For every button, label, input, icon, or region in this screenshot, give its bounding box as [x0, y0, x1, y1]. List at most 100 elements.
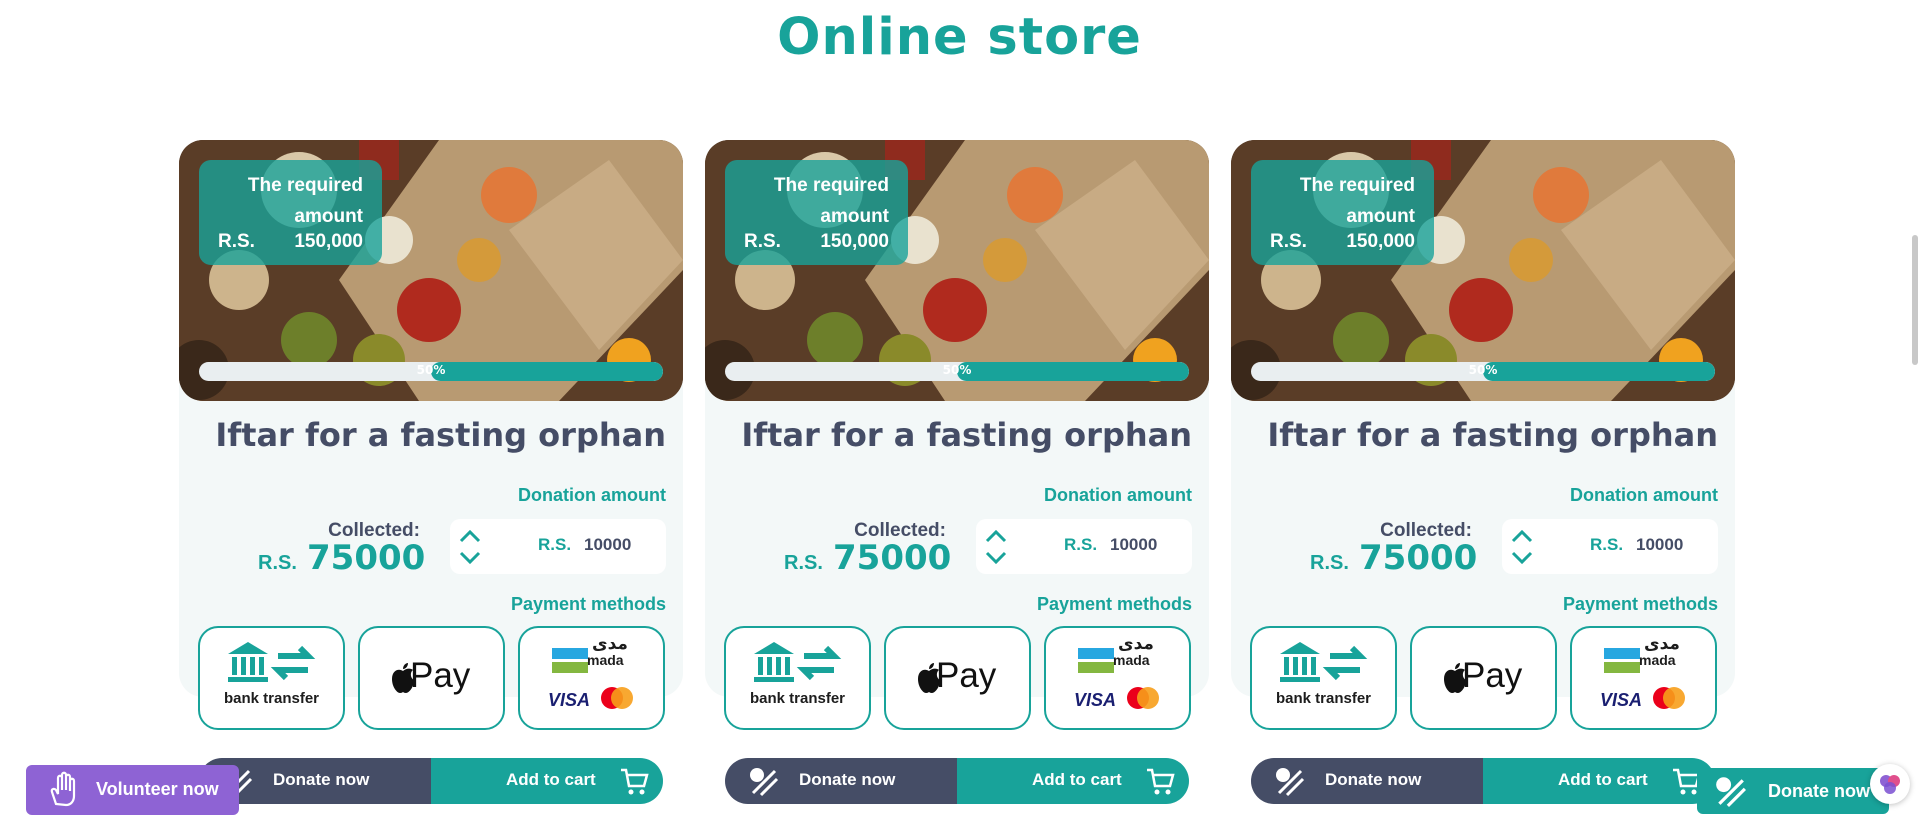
visa-label: VISA: [1600, 690, 1643, 710]
donate-now-label: Donate now: [1325, 770, 1422, 789]
required-amount-badge: The required amount R.S. 150,000: [199, 160, 382, 265]
apple-pay-label: Pay: [1462, 656, 1523, 695]
apple-pay-label: Pay: [936, 656, 997, 695]
collected-value: 75000: [1359, 538, 1478, 578]
mada-label: mada: [587, 652, 624, 668]
donation-amount-label: Donation amount: [1570, 485, 1718, 505]
product-image[interactable]: The required amount R.S. 150,000 50%: [179, 140, 683, 401]
product-image[interactable]: The required amount R.S. 150,000 50%: [705, 140, 1209, 401]
donation-amount-input[interactable]: R.S. 10000: [1502, 519, 1718, 574]
add-to-cart-button[interactable]: Add to cart: [431, 758, 663, 804]
payment-methods-label: Payment methods: [1562, 594, 1718, 614]
payment-methods-label: Payment methods: [510, 594, 666, 614]
required-amount-badge: The required amount R.S. 150,000: [725, 160, 908, 265]
required-amount-value: 150,000: [1346, 231, 1415, 252]
payment-bank-transfer[interactable]: bank transfer: [1250, 626, 1397, 730]
add-to-cart-button[interactable]: Add to cart: [1483, 758, 1715, 804]
required-amount-currency: R.S.: [744, 231, 781, 252]
floating-donate-label: Donate now: [1768, 781, 1870, 801]
donate-icon: [1716, 777, 1747, 808]
progress-bar: 50%: [1251, 362, 1715, 381]
card-action-bar: Donate now Add to cart: [725, 758, 1189, 804]
progress-bar: 50%: [199, 362, 663, 381]
payment-bank-transfer[interactable]: bank transfer: [724, 626, 871, 730]
collected-value: 75000: [307, 538, 426, 578]
donate-now-button[interactable]: Donate now: [725, 758, 957, 804]
add-to-cart-label: Add to cart: [506, 770, 596, 789]
payment-mada-visa[interactable]: مدى mada VISA: [1570, 626, 1717, 730]
add-to-cart-label: Add to cart: [1558, 770, 1648, 789]
donation-amount-input[interactable]: R.S. 10000: [976, 519, 1192, 574]
donate-icon: [1276, 768, 1305, 797]
required-amount-currency: R.S.: [1270, 231, 1307, 252]
payment-apple-pay[interactable]: Pay: [358, 626, 505, 730]
required-amount-label: The required amount: [1299, 175, 1415, 227]
product-card: The required amount R.S. 150,000 50% Ift…: [705, 140, 1209, 804]
required-amount-label: The required amount: [773, 175, 889, 227]
card-title[interactable]: Iftar for a fasting orphan: [215, 416, 666, 454]
payment-mada-visa[interactable]: مدى mada VISA: [1044, 626, 1191, 730]
card-action-bar: Donate now Add to cart: [199, 758, 663, 804]
visa-label: VISA: [548, 690, 591, 710]
floating-donate-button[interactable]: Donate now: [1697, 768, 1889, 814]
volunteer-now-button[interactable]: Volunteer now: [26, 765, 239, 815]
product-card: The required amount R.S. 150,000 50% Ift…: [1231, 140, 1735, 804]
input-currency: R.S.: [1590, 535, 1624, 554]
mada-arabic-label: مدى: [592, 634, 628, 654]
apple-pay-label: Pay: [410, 656, 471, 695]
card-title[interactable]: Iftar for a fasting orphan: [741, 416, 1192, 454]
progress-label: 50%: [942, 363, 972, 377]
mada-logo-icon: [1604, 648, 1640, 673]
page-scrollbar[interactable]: [1912, 235, 1918, 365]
donation-amount-input[interactable]: R.S. 10000: [450, 519, 666, 574]
volunteer-now-label: Volunteer now: [96, 779, 219, 799]
donation-amount-label: Donation amount: [518, 485, 666, 505]
collected-currency: R.S.: [784, 552, 823, 574]
mastercard-icon: [1653, 687, 1685, 709]
mada-arabic-label: مدى: [1644, 634, 1680, 654]
mada-logo-icon: [552, 648, 588, 673]
required-amount-value: 150,000: [820, 231, 889, 252]
donate-now-button[interactable]: Donate now: [1251, 758, 1483, 804]
bank-transfer-icon: [1280, 642, 1368, 682]
card-title[interactable]: Iftar for a fasting orphan: [1267, 416, 1718, 454]
mada-arabic-label: مدى: [1118, 634, 1154, 654]
progress-bar: 50%: [725, 362, 1189, 381]
amount-stepper-icon[interactable]: [458, 528, 482, 566]
page-title: Online store: [777, 8, 1142, 67]
input-value[interactable]: 10000: [1110, 535, 1157, 555]
bank-transfer-label: bank transfer: [749, 690, 846, 707]
input-value[interactable]: 10000: [584, 535, 631, 555]
payment-methods-label: Payment methods: [1036, 594, 1192, 614]
product-card: The required amount R.S. 150,000 50% Ift…: [179, 140, 683, 804]
required-amount-currency: R.S.: [218, 231, 255, 252]
amount-stepper-icon[interactable]: [1510, 528, 1534, 566]
donate-now-label: Donate now: [799, 770, 896, 789]
visa-label: VISA: [1074, 690, 1117, 710]
payment-bank-transfer[interactable]: bank transfer: [198, 626, 345, 730]
payment-apple-pay[interactable]: Pay: [1410, 626, 1557, 730]
card-action-bar: Donate now Add to cart: [1251, 758, 1715, 804]
payment-mada-visa[interactable]: مدى mada VISA: [518, 626, 665, 730]
bank-transfer-label: bank transfer: [223, 690, 320, 707]
payment-apple-pay[interactable]: Pay: [884, 626, 1031, 730]
mada-logo-icon: [1078, 648, 1114, 673]
add-to-cart-button[interactable]: Add to cart: [957, 758, 1189, 804]
input-currency: R.S.: [1064, 535, 1098, 554]
input-value[interactable]: 10000: [1636, 535, 1683, 555]
mastercard-icon: [601, 687, 633, 709]
collected-currency: R.S.: [258, 552, 297, 574]
hand-icon: [50, 771, 76, 807]
collected-value: 75000: [833, 538, 952, 578]
progress-label: 50%: [1468, 363, 1498, 377]
collected-currency: R.S.: [1310, 552, 1349, 574]
progress-label: 50%: [416, 363, 446, 377]
ai-assistant-widget[interactable]: [1870, 764, 1910, 804]
mastercard-icon: [1127, 687, 1159, 709]
donation-amount-label: Donation amount: [1044, 485, 1192, 505]
cart-icon: [1147, 768, 1175, 795]
mada-label: mada: [1113, 652, 1150, 668]
amount-stepper-icon[interactable]: [984, 528, 1008, 566]
product-image[interactable]: The required amount R.S. 150,000 50%: [1231, 140, 1735, 401]
bank-transfer-icon: [754, 642, 842, 682]
